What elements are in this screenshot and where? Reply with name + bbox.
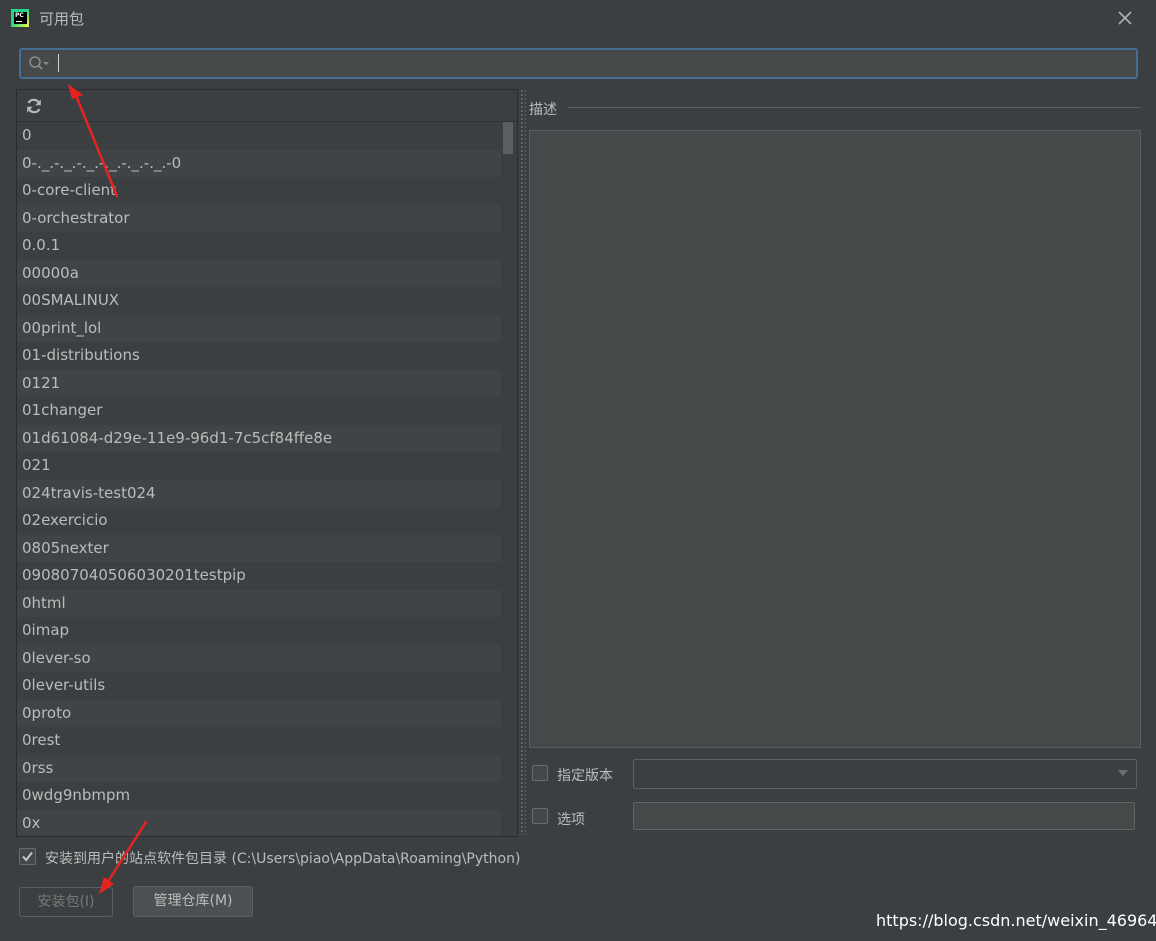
- package-list-item[interactable]: 01changer: [17, 397, 501, 425]
- package-list-item[interactable]: 0805nexter: [17, 534, 501, 562]
- package-list-item[interactable]: 00SMALINUX: [17, 287, 501, 315]
- package-list-item[interactable]: 00000a: [17, 259, 501, 287]
- version-select[interactable]: [633, 759, 1137, 789]
- search-icon[interactable]: [27, 54, 51, 72]
- options-label: 选项: [557, 812, 585, 828]
- package-list-item[interactable]: 0: [17, 122, 501, 150]
- description-separator: [567, 107, 1141, 108]
- refresh-icon[interactable]: [25, 97, 43, 115]
- close-button[interactable]: [1115, 8, 1135, 28]
- install-user-label: 安装到用户的站点软件包目录 (C:\Users\piao\AppData\Roa…: [45, 851, 521, 867]
- list-toolbar: [17, 90, 517, 122]
- install-package-button[interactable]: 安装包(I): [19, 887, 113, 917]
- search-input[interactable]: [61, 52, 1125, 76]
- description-label: 描述: [529, 102, 557, 118]
- scrollbar-thumb[interactable]: [503, 122, 513, 154]
- package-list-item[interactable]: 0rest: [17, 727, 501, 755]
- version-checkbox[interactable]: [532, 765, 548, 781]
- manage-repositories-button[interactable]: 管理仓库(M): [133, 886, 253, 917]
- package-list-item[interactable]: 0-core-client: [17, 177, 501, 205]
- options-field[interactable]: [633, 802, 1135, 830]
- package-list-item[interactable]: 01d61084-d29e-11e9-96d1-7c5cf84ffe8e: [17, 424, 501, 452]
- package-list-item[interactable]: 0-._.-._.-._.-._.-._.-._.-0: [17, 149, 501, 177]
- package-list: 0 0-._.-._.-._.-._.-._.-._.-0 0-core-clien…: [17, 122, 501, 836]
- checkmark-icon: [22, 851, 33, 862]
- install-user-checkbox[interactable]: [19, 848, 36, 865]
- package-list-item[interactable]: 0-orchestrator: [17, 204, 501, 232]
- package-list-item[interactable]: 021: [17, 452, 501, 480]
- package-list-item[interactable]: 0proto: [17, 699, 501, 727]
- close-icon: [1118, 11, 1132, 25]
- pycharm-logo-icon: PC: [11, 9, 29, 27]
- list-scrollbar[interactable]: [503, 122, 515, 836]
- window-title: 可用包: [39, 10, 85, 28]
- package-list-item[interactable]: 0.0.1: [17, 232, 501, 260]
- package-list-item[interactable]: 0html: [17, 589, 501, 617]
- package-list-item[interactable]: 0lever-utils: [17, 672, 501, 700]
- version-label: 指定版本: [557, 768, 613, 784]
- text-caret: [58, 54, 59, 72]
- description-area: [529, 130, 1141, 748]
- package-list-item[interactable]: 0imap: [17, 617, 501, 645]
- package-list-item[interactable]: 0x: [17, 809, 501, 836]
- watermark-text: https://blog.csdn.net/weixin_46964231: [876, 911, 1156, 930]
- package-list-item[interactable]: 02exercicio: [17, 507, 501, 535]
- package-list-item[interactable]: 01-distributions: [17, 342, 501, 370]
- chevron-down-icon: [1118, 770, 1128, 776]
- package-list-item[interactable]: 024travis-test024: [17, 479, 501, 507]
- package-list-item[interactable]: 090807040506030201testpip: [17, 562, 501, 590]
- package-list-item[interactable]: 0wdg9nbmpm: [17, 782, 501, 810]
- search-box[interactable]: [19, 48, 1138, 79]
- options-checkbox[interactable]: [532, 808, 548, 824]
- package-list-item[interactable]: 00print_lol: [17, 314, 501, 342]
- title-bar: PC 可用包: [0, 0, 1156, 36]
- package-list-item[interactable]: 0rss: [17, 754, 501, 782]
- package-list-panel: 0 0-._.-._.-._.-._.-._.-._.-0 0-core-clien…: [16, 89, 518, 837]
- package-list-item[interactable]: 0121: [17, 369, 501, 397]
- package-list-item[interactable]: 0lever-so: [17, 644, 501, 672]
- panel-splitter[interactable]: [520, 89, 526, 835]
